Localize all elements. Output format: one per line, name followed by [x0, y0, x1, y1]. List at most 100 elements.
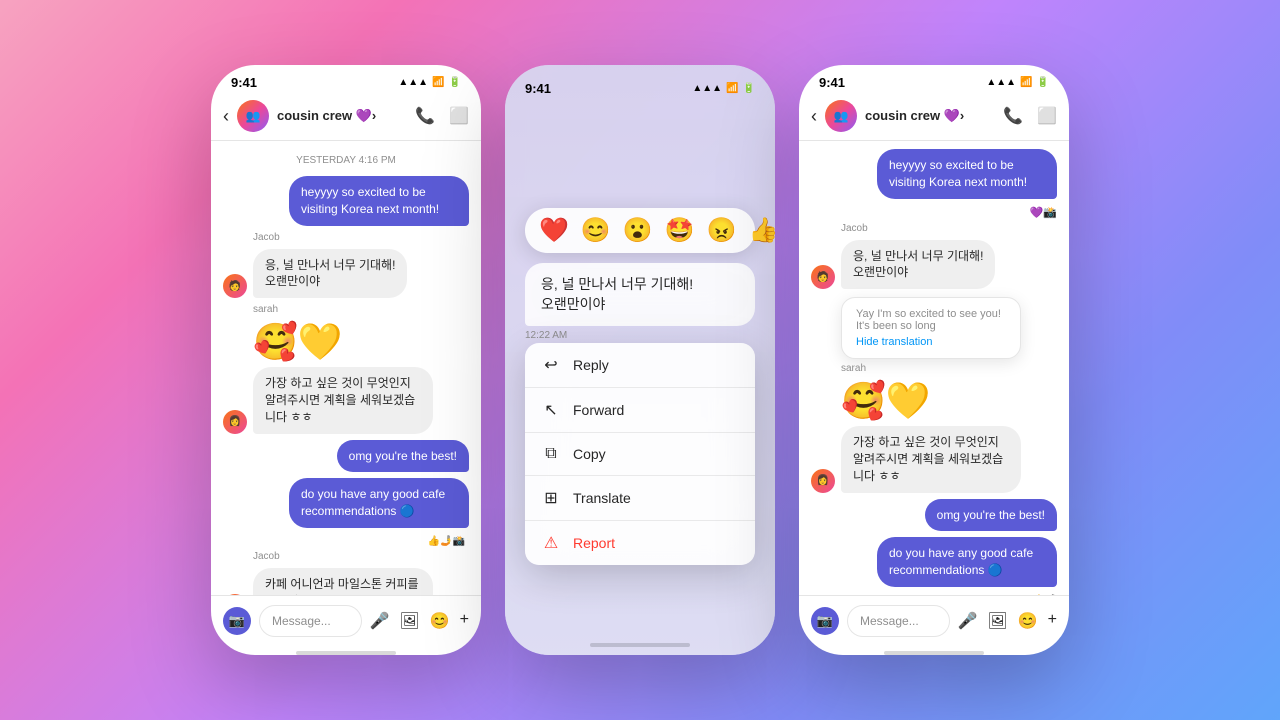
selected-message: 응, 널 만나서 너무 기대해!오랜만이야 [525, 263, 755, 326]
message-input-left[interactable]: Message... [259, 605, 362, 637]
sender-name: sarah [253, 304, 469, 315]
msg-row: do you have any good cafe recommendation… [811, 537, 1057, 587]
star-emoji[interactable]: 🤩 [665, 216, 695, 245]
emoji-reaction-bar[interactable]: ❤️ 😊 😮 🤩 😠 👍 + [525, 208, 755, 253]
forward-label: Forward [573, 402, 624, 418]
msg-bubble-sent: omg you're the best! [925, 499, 1057, 532]
translation-text: Yay I'm so excited to see you! It's been… [856, 308, 1006, 332]
thumbs-emoji[interactable]: 👍 [748, 216, 775, 245]
forward-button[interactable]: ↗ Forward [525, 388, 755, 433]
messages-right: heyyyy so excited to be visiting Korea n… [799, 141, 1069, 595]
msg-bubble-sent: heyyyy so excited to be visiting Korea n… [877, 149, 1057, 199]
plus-icon[interactable]: + [460, 611, 469, 631]
input-icons-right: 🎤 🖼 😊 + [958, 611, 1058, 631]
status-bar-left: 9:41 ▲▲▲ 📶 🔋 [211, 65, 481, 94]
camera-icon-right[interactable]: 📷 [811, 607, 839, 635]
image-icon[interactable]: 🖼 [399, 611, 419, 631]
input-icons: 🎤 🖼 😊 + [370, 611, 470, 631]
bottom-bar-right: 📷 Message... 🎤 🖼 😊 + [799, 595, 1069, 645]
reply-button[interactable]: ↩ Reply [525, 343, 755, 388]
copy-label: Copy [573, 446, 606, 462]
chat-name-right: cousin crew 💜› [865, 108, 995, 124]
msg-row: 🧑 응, 널 만나서 너무 기대해!오랜만이야 [811, 240, 1057, 290]
video-icon-right[interactable]: ⬜ [1037, 106, 1057, 126]
home-indicator-right [884, 651, 984, 655]
video-icon-left[interactable]: ⬜ [449, 106, 469, 126]
report-icon: ⚠ [541, 533, 561, 553]
chat-name-left: cousin crew 💜› [277, 108, 407, 124]
phone-left: 9:41 ▲▲▲ 📶 🔋 ‹ 👥 cousin crew 💜› 📞 ⬜ YEST… [211, 65, 481, 655]
time-left: 9:41 [231, 75, 257, 90]
sticker-icon-right[interactable]: 😊 [1018, 611, 1038, 631]
chat-header-left: ‹ 👥 cousin crew 💜› 📞 ⬜ [211, 94, 481, 141]
msg-bubble-sent: do you have any good cafe recommendation… [289, 478, 469, 528]
mic-icon[interactable]: 🎤 [370, 611, 390, 631]
time-middle: 9:41 [525, 81, 551, 96]
avatar: 👩 [811, 469, 835, 493]
phone-icon-right[interactable]: 📞 [1003, 106, 1023, 126]
bottom-bar-left: 📷 Message... 🎤 🖼 😊 + [211, 595, 481, 645]
time-right: 9:41 [819, 75, 845, 90]
msg-row: omg you're the best! [811, 499, 1057, 532]
translation-bubble: Yay I'm so excited to see you! It's been… [841, 297, 1021, 359]
translate-button[interactable]: ⊞ Translate [525, 476, 755, 521]
messages-left: YESTERDAY 4:16 PM heyyyy so excited to b… [211, 141, 481, 595]
message-time: 12:22 AM [525, 330, 755, 341]
camera-icon[interactable]: 📷 [223, 607, 251, 635]
sender-name: Jacob [253, 232, 469, 243]
sender-name: Jacob [253, 551, 469, 562]
msg-bubble-sent: heyyyy so excited to be visiting Korea n… [289, 176, 469, 226]
status-icons-right: ▲▲▲ 📶 🔋 [986, 77, 1049, 88]
msg-row: 🧑 응, 널 만나서 너무 기대해!오랜만이야 [223, 249, 469, 299]
sender-name: Jacob [841, 223, 1057, 234]
copy-icon: ⧉ [541, 445, 561, 463]
phone-icon-left[interactable]: 📞 [415, 106, 435, 126]
phone-right: 9:41 ▲▲▲ 📶 🔋 ‹ 👥 cousin crew 💜› 📞 ⬜ heyy… [799, 65, 1069, 655]
msg-row: do you have any good cafe recommendation… [223, 478, 469, 528]
hide-translation-button[interactable]: Hide translation [856, 336, 932, 348]
reply-icon: ↩ [541, 355, 561, 375]
home-indicator [296, 651, 396, 655]
header-actions-right: 📞 ⬜ [1003, 106, 1057, 126]
mic-icon-right[interactable]: 🎤 [958, 611, 978, 631]
phone-middle: 9:41 ▲▲▲ 📶 🔋 ❤️ 😊 😮 🤩 😠 👍 + 응, 널 만나서 너무 … [505, 65, 775, 655]
status-icons-left: ▲▲▲ 📶 🔋 [398, 77, 461, 88]
message-input-right[interactable]: Message... [847, 605, 950, 637]
chat-header-right: ‹ 👥 cousin crew 💜› 📞 ⬜ [799, 94, 1069, 141]
back-button-right[interactable]: ‹ [811, 106, 817, 127]
msg-row: 👩 가장 하고 싶은 것이 무엇인지 알려주시면 계획을 세워보겠습니다 ㅎㅎ [223, 367, 469, 433]
status-icons-middle: ▲▲▲ 📶 🔋 [692, 83, 755, 94]
msg-bubble-received: 가장 하고 싶은 것이 무엇인지 알려주시면 계획을 세워보겠습니다 ㅎㅎ [841, 426, 1021, 492]
forward-icon: ↗ [541, 400, 561, 420]
reply-label: Reply [573, 357, 609, 373]
msg-row: omg you're the best! [223, 440, 469, 473]
avatar: 🧑 [811, 265, 835, 289]
avatar: 🧑 [223, 274, 247, 298]
reaction-row: 💜📸 [811, 206, 1057, 219]
status-bar-middle: 9:41 ▲▲▲ 📶 🔋 [521, 81, 759, 96]
sender-name: sarah [841, 363, 1057, 374]
emoji-message: 🥰💛 [841, 380, 1057, 422]
msg-bubble-received: 응, 널 만나서 너무 기대해!오랜만이야 [841, 240, 995, 290]
wow-emoji[interactable]: 😮 [623, 216, 653, 245]
msg-row: 🧑 카페 어니언과 마일스톤 커피를 좋아해! [223, 568, 469, 595]
heart-emoji[interactable]: ❤️ [539, 216, 569, 245]
copy-button[interactable]: ⧉ Copy [525, 433, 755, 476]
status-bar-right: 9:41 ▲▲▲ 📶 🔋 [799, 65, 1069, 94]
msg-bubble-sent: do you have any good cafe recommendation… [877, 537, 1057, 587]
image-icon-right[interactable]: 🖼 [987, 611, 1007, 631]
report-button[interactable]: ⚠ Report [525, 521, 755, 565]
translate-label: Translate [573, 490, 631, 506]
smile-emoji[interactable]: 😊 [581, 216, 611, 245]
back-button-left[interactable]: ‹ [223, 106, 229, 127]
context-menu: ↩ Reply ↗ Forward ⧉ Copy ⊞ Translate ⚠ R… [525, 343, 755, 565]
header-actions-left: 📞 ⬜ [415, 106, 469, 126]
msg-bubble-received: 응, 널 만나서 너무 기대해!오랜만이야 [253, 249, 407, 299]
date-label: YESTERDAY 4:16 PM [223, 155, 469, 166]
sticker-icon[interactable]: 😊 [430, 611, 450, 631]
plus-icon-right[interactable]: + [1048, 611, 1057, 631]
emoji-message: 🥰💛 [253, 321, 469, 363]
group-avatar-right: 👥 [825, 100, 857, 132]
avatar: 👩 [223, 410, 247, 434]
angry-emoji[interactable]: 😠 [707, 216, 737, 245]
